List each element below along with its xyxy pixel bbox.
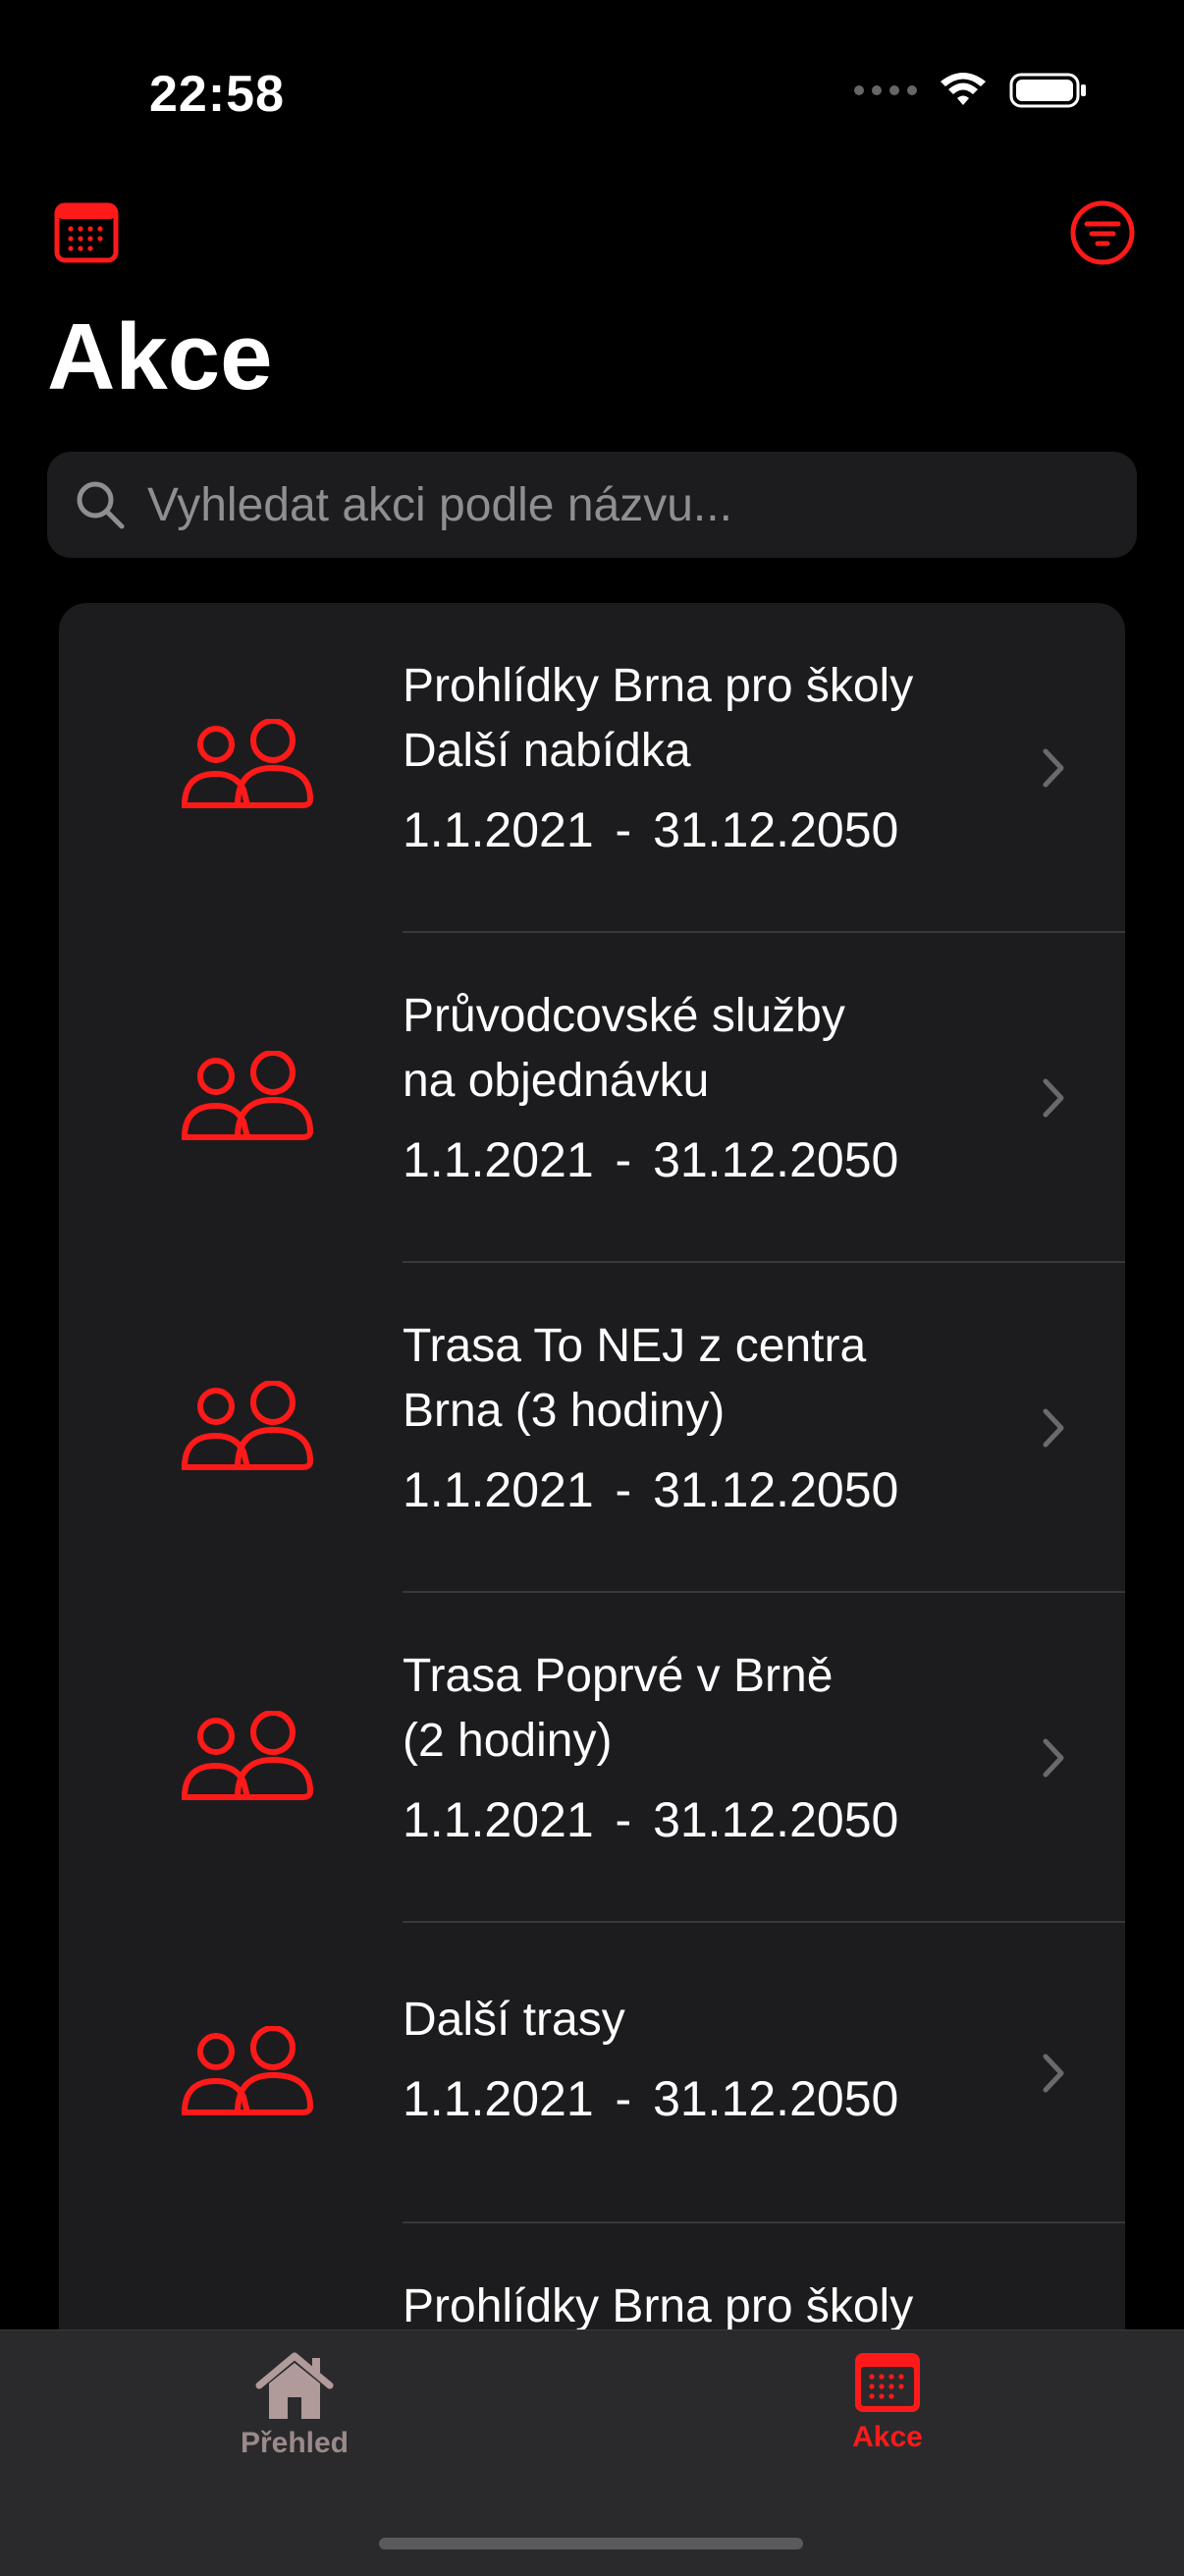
list-item[interactable]: Trasa Poprvé v Brně (2 hodiny) 1.1.2021 …	[59, 1593, 1125, 1923]
event-dates: 1.1.2021 - 31.12.2050	[403, 2071, 899, 2126]
event-title-line1: Trasa Poprvé v Brně	[403, 1650, 834, 1702]
cellular-signal-icon	[854, 85, 917, 95]
filter-icon	[1070, 200, 1135, 265]
chevron-right-icon	[1039, 1733, 1068, 1782]
people-icon	[179, 719, 320, 813]
people-icon	[179, 1381, 320, 1475]
chevron-right-icon	[1039, 743, 1068, 793]
event-title-line1: Další trasy	[403, 1994, 625, 2046]
event-list: Prohlídky Brna pro školy Další nabídka 1…	[59, 603, 1125, 2469]
event-title-line2: (2 hodiny)	[403, 1715, 613, 1767]
wifi-icon	[941, 73, 986, 105]
event-title-line2: Další nabídka	[403, 725, 691, 777]
event-title-line2: na objednávku	[403, 1055, 710, 1107]
event-dates: 1.1.2021 - 31.12.2050	[403, 802, 899, 857]
status-bar: 22:58	[0, 0, 1184, 187]
home-indicator	[379, 2538, 803, 2549]
list-item[interactable]: Prohlídky Brna pro školy Další nabídka 1…	[59, 603, 1125, 933]
home-icon	[255, 2352, 334, 2419]
tab-prehled[interactable]: Přehled	[196, 2350, 393, 2460]
list-item[interactable]: Trasa To NEJ z centra Brna (3 hodiny) 1.…	[59, 1263, 1125, 1593]
filter-button[interactable]	[1068, 198, 1137, 267]
list-item[interactable]: Další trasy 1.1.2021 - 31.12.2050	[59, 1923, 1125, 2223]
search-bar[interactable]	[47, 452, 1137, 558]
battery-icon	[1009, 73, 1086, 108]
calendar-icon	[54, 202, 119, 263]
people-icon	[179, 1051, 320, 1145]
people-icon	[179, 1711, 320, 1805]
chevron-right-icon	[1039, 1073, 1068, 1123]
status-icons	[854, 71, 1088, 110]
page-title: Akce	[47, 304, 273, 410]
people-icon	[179, 2026, 320, 2120]
event-title-line1: Prohlídky Brna pro školy	[403, 660, 914, 712]
event-dates: 1.1.2021 - 31.12.2050	[403, 1132, 899, 1187]
list-item[interactable]: Průvodcovské služby na objednávku 1.1.20…	[59, 933, 1125, 1263]
chevron-right-icon	[1039, 2049, 1068, 2098]
event-dates: 1.1.2021 - 31.12.2050	[403, 1462, 899, 1517]
calendar-button[interactable]	[52, 198, 121, 267]
status-time: 22:58	[149, 66, 285, 123]
tab-akce-label: Akce	[852, 2421, 923, 2453]
event-title-line1: Trasa To NEJ z centra	[403, 1320, 867, 1372]
tab-akce[interactable]: Akce	[789, 2350, 986, 2454]
calendar-icon	[855, 2353, 920, 2412]
event-title-line1: Průvodcovské služby	[403, 990, 845, 1042]
chevron-right-icon	[1039, 1403, 1068, 1452]
search-input[interactable]	[145, 476, 1137, 533]
event-dates: 1.1.2021 - 31.12.2050	[403, 1792, 899, 1847]
search-icon	[71, 475, 130, 534]
tab-prehled-label: Přehled	[240, 2427, 350, 2459]
event-title-line2: Brna (3 hodiny)	[403, 1385, 726, 1437]
